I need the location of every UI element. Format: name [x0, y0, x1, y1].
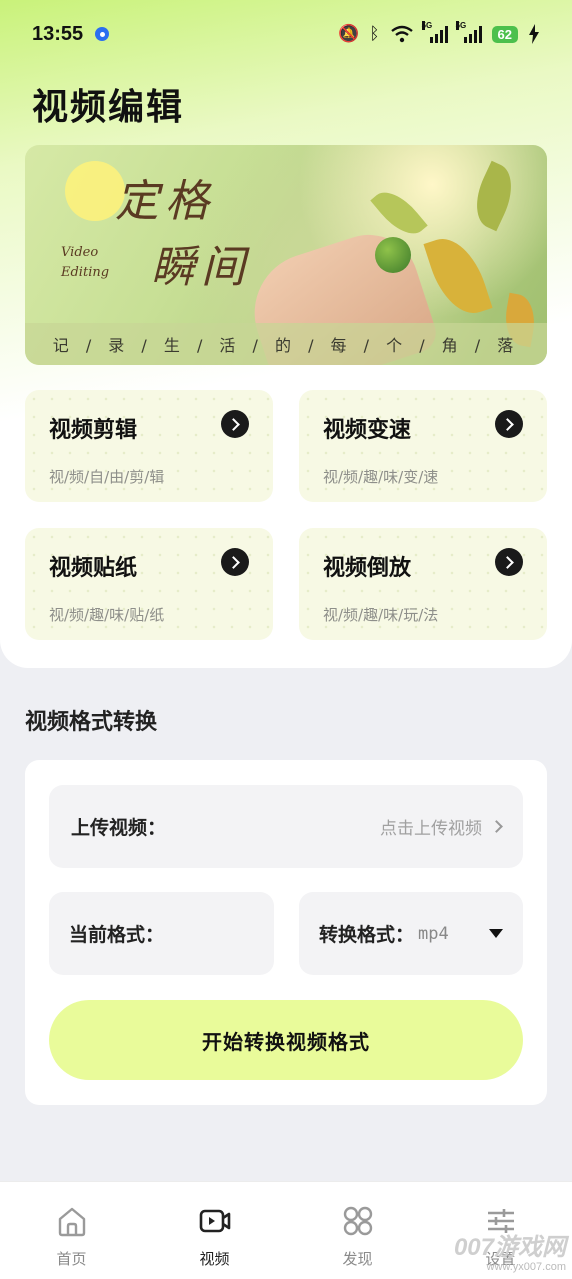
tool-card-video-speed[interactable]: 视频变速 视/频/趣/味/变/速 — [299, 390, 547, 502]
target-format-select[interactable]: 转换格式： mp4 — [299, 892, 523, 975]
upload-video-label: 上传视频： — [71, 817, 167, 839]
tool-card-video-cut[interactable]: 视频剪辑 视/频/自/由/剪/辑 — [25, 390, 273, 502]
watermark-line1: 007游戏网 — [453, 1234, 566, 1261]
leaf-decoration — [370, 182, 428, 244]
status-icons: 🔕 ᛒ 5G 5G 62 — [338, 21, 540, 44]
nav-label: 发现 — [342, 1250, 373, 1268]
banner-english-line1: Video — [61, 245, 99, 260]
video-icon — [199, 1209, 230, 1233]
mute-bell-icon: 🔕 — [338, 24, 360, 44]
status-time: 13:55 — [32, 22, 84, 45]
start-convert-button[interactable]: 开始转换视频格式 — [49, 1000, 523, 1080]
signal-strength-icon-1: 5G — [421, 21, 448, 43]
arrow-right-icon[interactable] — [495, 410, 523, 438]
current-format-field: 当前格式： — [49, 892, 274, 975]
dropdown-triangle-icon[interactable] — [489, 929, 503, 938]
tool-card-title: 视频剪辑 — [49, 418, 138, 443]
charging-bolt-icon — [529, 24, 539, 44]
banner-english-line2: Editing — [61, 265, 110, 280]
page-title: 视频编辑 — [32, 87, 185, 128]
format-convert-panel: 上传视频： 点击上传视频 当前格式： 转换格式： mp4 开始转换视频格式 — [25, 760, 547, 1105]
current-format-label: 当前格式： — [69, 924, 165, 946]
watermark-line2: www.yx007.com — [486, 1261, 566, 1273]
tool-card-video-sticker[interactable]: 视频贴纸 视/频/趣/味/贴/纸 — [25, 528, 273, 640]
wifi-icon — [390, 25, 413, 43]
tool-card-subtitle: 视/频/趣/味/贴/纸 — [49, 606, 165, 624]
upload-video-hint[interactable]: 点击上传视频 — [380, 814, 503, 839]
banner-calligraphy-line2: 瞬间 — [151, 242, 251, 293]
banner-english-text: Video Editing — [61, 243, 109, 283]
target-format-value: mp4 — [418, 923, 449, 944]
upload-hint-text: 点击上传视频 — [380, 819, 482, 839]
settings-sliders-icon — [487, 1209, 514, 1233]
home-icon — [58, 1207, 85, 1237]
banner-calligraphy-line1: 定格 — [115, 176, 215, 227]
tool-card-subtitle: 视/频/自/由/剪/辑 — [49, 468, 165, 486]
tool-card-title: 视频变速 — [323, 418, 412, 443]
arrow-right-icon[interactable] — [221, 548, 249, 576]
leaf-decoration — [423, 229, 493, 323]
target-format-label: 转换格式： — [319, 924, 415, 946]
battery-indicator: 62 — [491, 25, 518, 43]
section-title-format-convert: 视频格式转换 — [25, 710, 158, 735]
signal-strength-icon-2: 5G — [455, 21, 482, 43]
banner-calligraphy: 定格 瞬间 — [115, 165, 251, 295]
arrow-right-icon[interactable] — [221, 410, 249, 438]
leaf-decoration — [465, 160, 523, 232]
tool-card-subtitle: 视/频/趣/味/玩/法 — [323, 606, 439, 624]
upload-video-field[interactable]: 上传视频： 点击上传视频 — [49, 785, 523, 868]
tool-card-title: 视频贴纸 — [49, 556, 138, 581]
site-watermark: 007游戏网 www.yx007.com — [454, 1236, 566, 1273]
status-bar: 13:55 🔕 ᛒ 5G 5G 62 — [0, 0, 572, 68]
lime-fruit-image — [375, 237, 411, 273]
banner-caption: 记 / 录 / 生 / 活 / 的 / 每 / 个 / 角 / 落 — [25, 323, 547, 365]
nav-item-discover[interactable]: 发现 — [286, 1182, 429, 1279]
nav-item-video[interactable]: 视频 — [143, 1182, 286, 1279]
location-icon — [95, 27, 110, 41]
nav-label: 首页 — [56, 1250, 87, 1268]
nav-item-home[interactable]: 首页 — [0, 1182, 143, 1279]
discover-icon — [343, 1206, 372, 1236]
nav-label: 视频 — [199, 1250, 230, 1268]
tool-card-title: 视频倒放 — [323, 556, 412, 581]
bluetooth-icon: ᛒ — [369, 24, 380, 44]
arrow-right-icon[interactable] — [495, 548, 523, 576]
hero-banner[interactable]: 定格 瞬间 Video Editing 记 / 录 / 生 / 活 / 的 / … — [25, 145, 547, 365]
tool-card-subtitle: 视/频/趣/味/变/速 — [323, 468, 439, 486]
chevron-right-icon — [490, 820, 503, 833]
tool-card-video-reverse[interactable]: 视频倒放 视/频/趣/味/玩/法 — [299, 528, 547, 640]
